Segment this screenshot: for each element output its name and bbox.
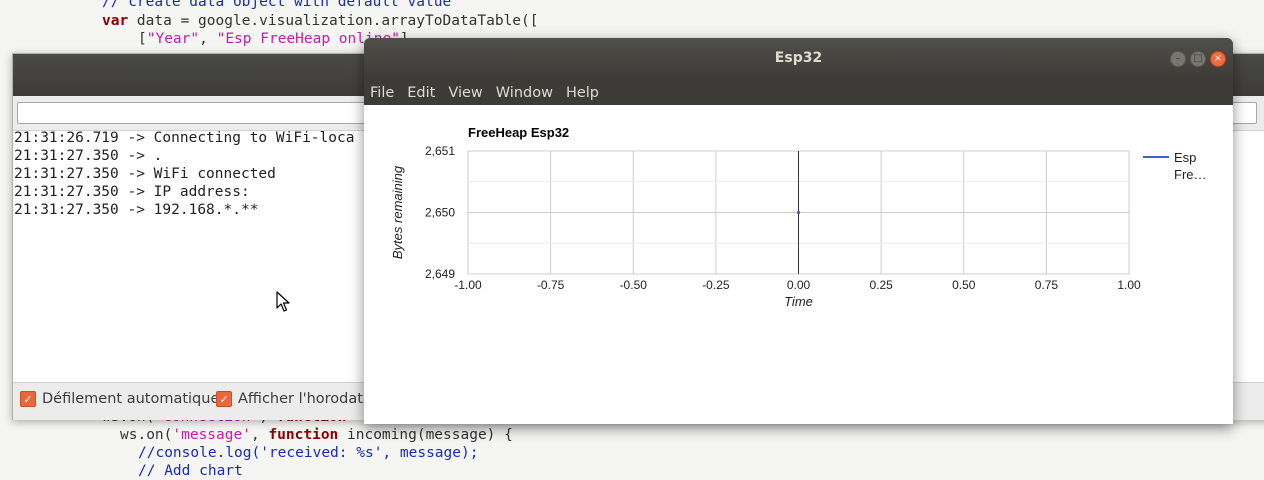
menu-view[interactable]: View [442, 85, 489, 101]
code-token: [ [138, 31, 147, 47]
esp32-window: Esp32 – □ × File Edit View Window Help -… [364, 38, 1233, 424]
legend-label: Fre… [1174, 167, 1207, 182]
code-line: var data = google.visualization.arrayToD… [102, 12, 539, 30]
timestamp-checkbox[interactable]: ✓ [216, 391, 232, 407]
code-line: ws.on('message', function incoming(messa… [120, 426, 513, 444]
minimize-icon[interactable]: – [1170, 51, 1186, 67]
y-tick-label: 2,649 [425, 267, 455, 281]
x-tick-label: 1.00 [1117, 278, 1141, 292]
close-icon[interactable]: × [1210, 51, 1226, 67]
y-tick-label: 2,651 [425, 144, 455, 158]
y-tick-label: 2,650 [425, 206, 455, 220]
data-point [796, 210, 801, 215]
esp32-titlebar[interactable]: Esp32 – □ × [364, 38, 1233, 80]
code-token: incoming(message) { [338, 427, 513, 443]
serial-line: 21:31:26.719 -> Connecting to WiFi-loca [14, 130, 355, 146]
x-tick-label: 0.50 [952, 278, 976, 292]
code-line: // create data object with default value [102, 0, 451, 11]
x-tick-label: -0.50 [620, 278, 648, 292]
serial-line: 21:31:27.350 -> 192.168.*.** [14, 202, 259, 218]
menu-help[interactable]: Help [560, 85, 606, 101]
code-token: data = google.visualization.arrayToDataT… [128, 13, 539, 29]
freeheap-chart: -1.00 -0.75 -0.50 -0.25 0.00 0.25 0.50 0.75 1.00… [390, 125, 1207, 309]
code-token: 'message' [172, 427, 251, 443]
code-token: ws.on( [120, 427, 173, 443]
x-axis-label: Time [784, 294, 813, 309]
code-line: // Add chart [138, 462, 243, 480]
timestamp-label: Afficher l'horodata [238, 391, 372, 407]
code-line: //console.log('received: %s', message); [138, 444, 478, 462]
x-tick-label: -0.75 [537, 278, 565, 292]
menu-window[interactable]: Window [490, 85, 560, 101]
mouse-cursor-icon [276, 291, 290, 312]
legend-label: Esp [1174, 150, 1196, 165]
code-token: function [268, 427, 339, 443]
autoscroll-label: Défilement automatique [42, 391, 220, 407]
menu-edit[interactable]: Edit [401, 85, 442, 101]
code-token: , [250, 427, 269, 443]
code-token: , [199, 31, 217, 47]
window-title: Esp32 [774, 50, 823, 66]
code-token: var [102, 13, 129, 29]
menu-file[interactable]: File [364, 85, 401, 101]
y-axis-label: Bytes remaining [390, 165, 405, 259]
serial-line: 21:31:27.350 -> . [14, 148, 163, 164]
autoscroll-option[interactable]: ✓ Défilement automatique [20, 391, 219, 407]
x-tick-label: -1.00 [454, 278, 482, 292]
timestamp-option[interactable]: ✓ Afficher l'horodata [216, 391, 372, 407]
x-tick-label: -0.25 [702, 278, 730, 292]
serial-line: 21:31:27.350 -> IP address: [14, 184, 250, 200]
x-tick-label: 0.75 [1035, 278, 1059, 292]
code-token: // Add chart [138, 463, 243, 479]
menu-bar: File Edit View Window Help [364, 80, 1233, 105]
chart-area: -1.00 -0.75 -0.50 -0.25 0.00 0.25 0.50 0.75 1.00… [364, 105, 1233, 424]
x-tick-label: 0.00 [787, 278, 811, 292]
maximize-icon[interactable]: □ [1190, 51, 1206, 67]
serial-line: 21:31:27.350 -> WiFi connected [14, 166, 276, 182]
code-token: "Year" [146, 31, 200, 47]
chart-title: FreeHeap Esp32 [468, 125, 569, 140]
code-token: // create data object with default value [102, 0, 452, 10]
autoscroll-checkbox[interactable]: ✓ [20, 391, 36, 407]
code-token: //console.log('received: %s', message); [138, 445, 479, 461]
serial-output-lines: 21:31:26.719 -> Connecting to WiFi-loca … [14, 130, 355, 219]
x-tick-label: 0.25 [869, 278, 893, 292]
